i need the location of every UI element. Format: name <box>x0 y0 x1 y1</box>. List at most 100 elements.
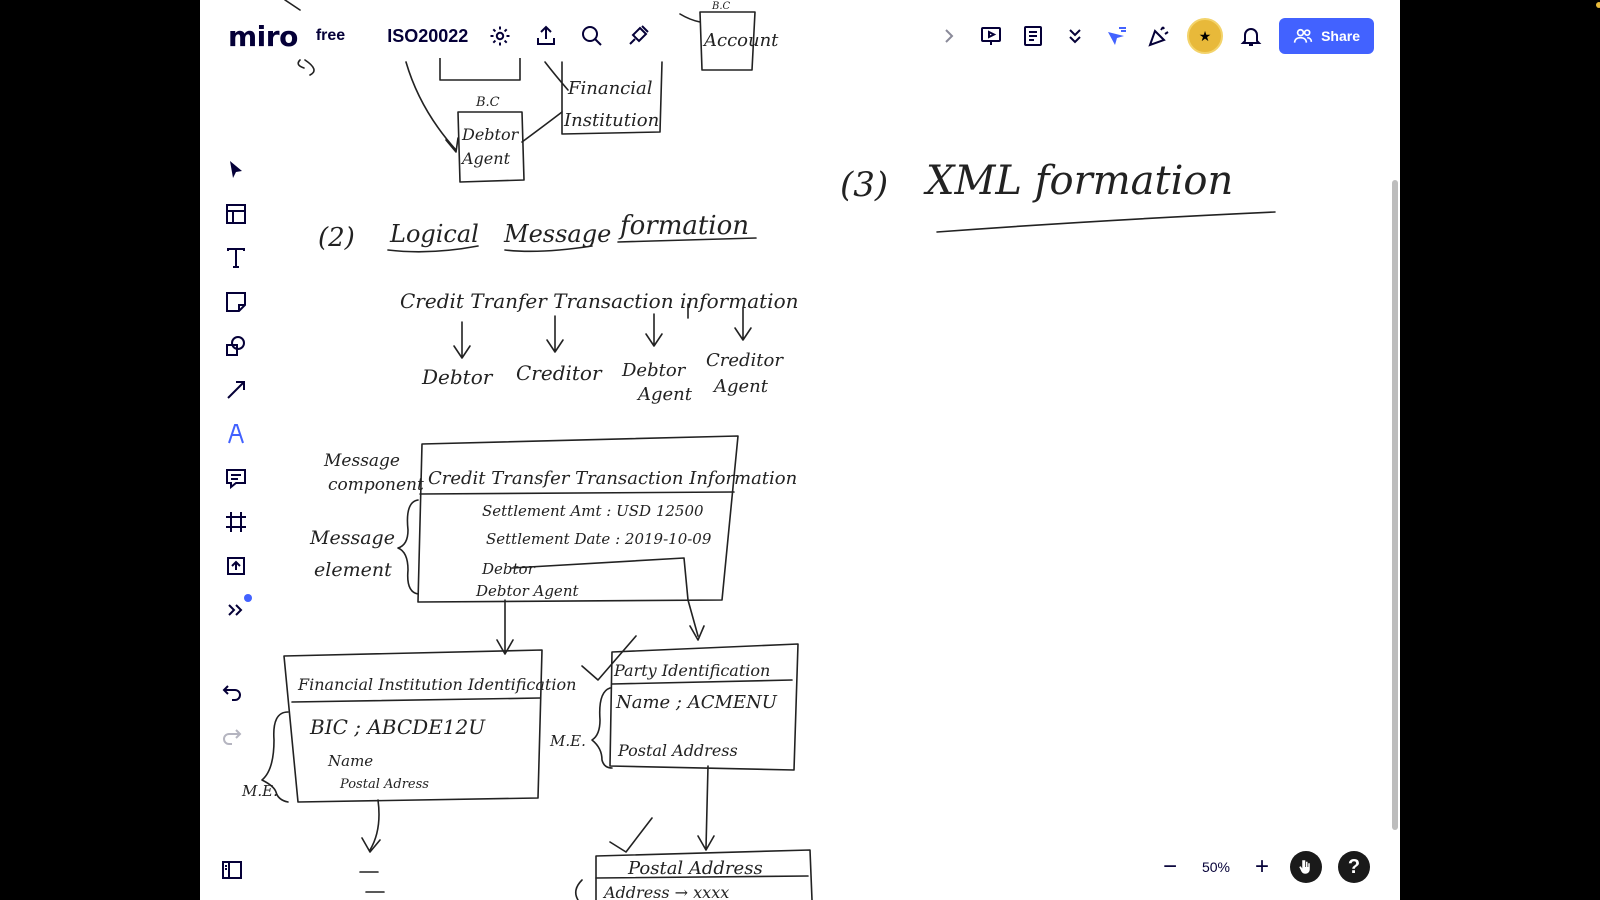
more-tools-icon[interactable] <box>218 592 254 628</box>
user-avatar[interactable]: ★ <box>1187 18 1224 54</box>
cti-child-2: Creditor <box>516 361 603 385</box>
label-account: Account <box>702 30 779 51</box>
section2-word-formation: formation <box>618 211 749 241</box>
section2-word-logical: Logical <box>389 220 479 248</box>
main-box-divider <box>419 491 735 495</box>
party-box-title: Party Identification <box>613 661 770 680</box>
label-bc: B.C <box>475 95 500 110</box>
cti-heading: Credit Tranfer Transaction information <box>400 289 799 313</box>
undo-icon[interactable] <box>214 674 250 710</box>
label-financial: Financial <box>567 78 653 99</box>
line-agent-financial <box>521 111 563 143</box>
fi-box-divider <box>291 697 541 703</box>
label-debtor: Debtor <box>461 125 520 144</box>
debtoragent-connector <box>496 599 514 655</box>
board-name[interactable]: ISO20022 <box>387 26 468 47</box>
board-canvas[interactable]: B.C Account Financial Institution B.C De… <box>200 0 1400 900</box>
zoom-in-button[interactable]: + <box>1250 853 1274 881</box>
party-box-divider <box>611 679 793 685</box>
fi-box-title: Financial Institution Identification <box>297 675 576 694</box>
help-button[interactable]: ? <box>1338 851 1370 883</box>
msg-component-l2: component <box>328 475 424 495</box>
share-label: Share <box>1321 28 1360 44</box>
shapes-icon[interactable] <box>218 328 254 364</box>
cursor-follow-icon[interactable] <box>1103 22 1131 50</box>
check-mark-2 <box>609 817 653 853</box>
main-box-row-3: Debtor <box>481 560 536 578</box>
notifications-bell-icon[interactable] <box>1237 22 1265 50</box>
postal-box-title: Postal Address <box>627 858 763 879</box>
fi-down-arrow <box>361 799 381 853</box>
main-box-row-4: Debtor Agent <box>475 582 579 600</box>
presentation-icon[interactable] <box>977 22 1005 50</box>
msg-element-l1: Message <box>309 527 395 549</box>
miro-logo[interactable]: miro <box>228 20 298 53</box>
select-cursor-icon[interactable] <box>218 152 254 188</box>
upload-icon[interactable] <box>218 548 254 584</box>
plugin-icon[interactable] <box>624 22 652 50</box>
section2-number: (2) <box>318 223 355 253</box>
party-side-label: M.E. <box>549 732 586 750</box>
feedback-hand-icon[interactable] <box>1290 851 1322 883</box>
party-box-row-1: Name ; ACMENU <box>615 692 778 713</box>
section2-word-message: Message <box>503 220 611 248</box>
topbar-left: miro free ISO20022 <box>220 14 661 58</box>
frame-icon[interactable] <box>218 504 254 540</box>
plan-badge[interactable]: free <box>316 27 345 45</box>
cti-child-3-l1: Debtor <box>621 360 687 381</box>
underline-xml <box>936 211 1276 233</box>
share-button[interactable]: Share <box>1279 18 1374 54</box>
zoom-controls: − 50% + ? <box>1158 850 1370 884</box>
redo-icon[interactable] <box>214 718 250 754</box>
settings-gear-icon[interactable] <box>486 22 514 50</box>
users-icon <box>1293 28 1313 43</box>
sticky-note-icon[interactable] <box>218 284 254 320</box>
main-box-row-1: Settlement Amt : USD 12500 <box>482 502 704 520</box>
label-institution: Institution <box>563 110 659 131</box>
section3-number: (3) <box>840 165 888 205</box>
board-panel-icon[interactable] <box>214 852 250 888</box>
label-agent: Agent <box>460 149 511 168</box>
party-box-row-2: Postal Address <box>617 741 738 760</box>
party-brace <box>591 687 613 769</box>
msg-component-l1: Message <box>323 451 400 471</box>
text-tool-icon[interactable] <box>218 240 254 276</box>
account-box-line <box>679 13 701 23</box>
arrow-to-debtor-agent <box>405 61 459 153</box>
double-chevron-down-icon[interactable] <box>1061 22 1089 50</box>
connection-arrow-icon[interactable] <box>218 372 254 408</box>
brace-left <box>397 499 419 595</box>
label-bc-top: B.C <box>711 1 731 12</box>
line-top-financial <box>544 61 569 91</box>
history-controls <box>214 674 250 754</box>
fi-box-row-1: BIC ; ABCDE12U <box>309 715 486 739</box>
miro-app: B.C Account Financial Institution B.C De… <box>200 0 1400 900</box>
search-icon[interactable] <box>578 22 606 50</box>
new-badge-dot <box>244 594 252 602</box>
notes-icon[interactable] <box>1019 22 1047 50</box>
vertical-scrollbar[interactable] <box>1392 180 1398 830</box>
main-box-row-2: Settlement Date : 2019-10-09 <box>486 530 712 548</box>
fi-side-label: M.E. <box>241 782 278 800</box>
zoom-out-button[interactable]: − <box>1158 853 1182 881</box>
comment-icon[interactable] <box>218 460 254 496</box>
pen-icon[interactable] <box>218 416 254 452</box>
topbar-right: ★ Share <box>927 14 1374 58</box>
main-box-title: Credit Transfer Transaction Information <box>428 468 797 489</box>
debtor-agent-box <box>457 111 525 183</box>
cti-child-4-l2: Agent <box>712 376 769 397</box>
cti-child-1: Debtor <box>421 365 494 389</box>
fi-box-row-3: Postal Adress <box>339 777 429 792</box>
left-toolbar <box>214 152 258 628</box>
cti-child-3-l2: Agent <box>636 384 693 405</box>
templates-icon[interactable] <box>218 196 254 232</box>
cti-child-4-l1: Creditor <box>706 350 784 371</box>
zoom-level[interactable]: 50% <box>1198 859 1234 875</box>
reactions-party-icon[interactable] <box>1145 22 1173 50</box>
corner-indicator <box>1596 2 1600 8</box>
postal-box-row: Address → xxxx <box>602 883 729 900</box>
section3-title: XML formation <box>923 158 1233 204</box>
export-upload-icon[interactable] <box>532 22 560 50</box>
party-down-arrow <box>697 765 715 851</box>
chevron-right-icon[interactable] <box>935 22 963 50</box>
